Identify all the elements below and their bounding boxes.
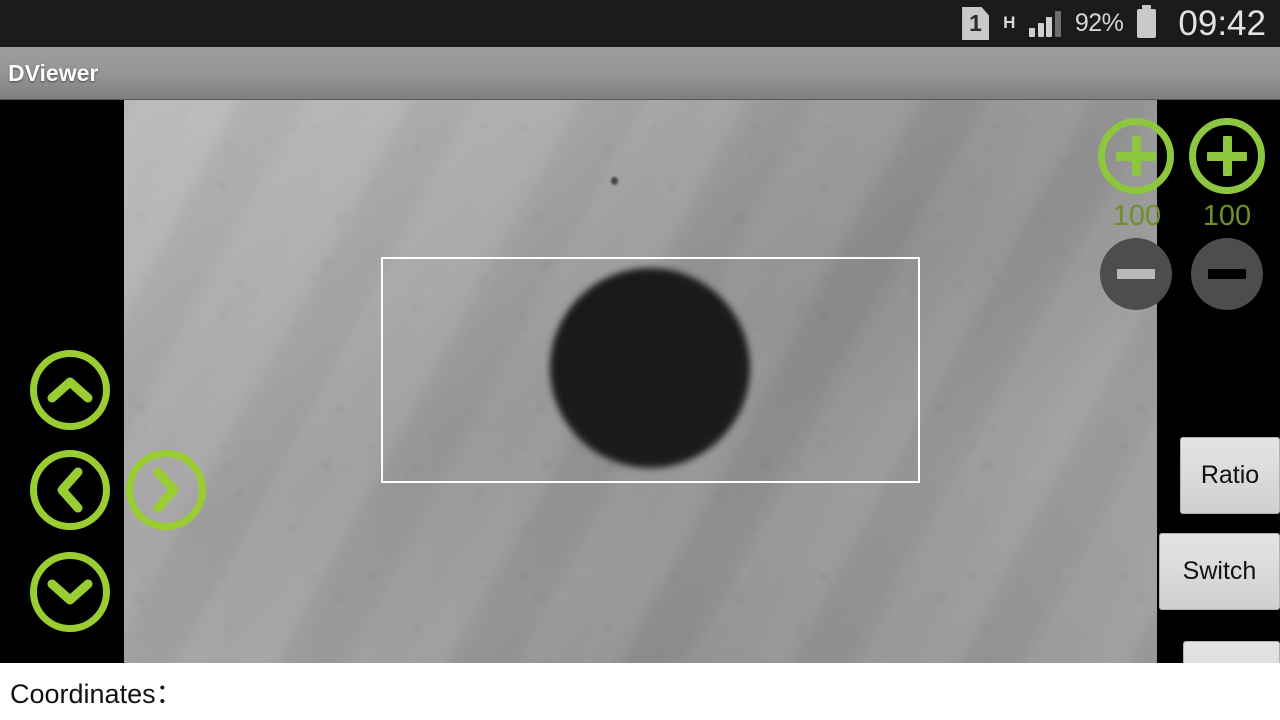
right-arrow-icon — [151, 467, 181, 513]
ratio-button[interactable]: Ratio — [1180, 437, 1280, 514]
selection-rectangle[interactable] — [381, 257, 920, 483]
plus-icon-vertical — [1131, 136, 1141, 176]
sim-card-icon: 1 — [962, 7, 990, 40]
minus-icon — [1208, 269, 1246, 279]
network-type-icon: H — [1003, 13, 1016, 32]
status-bar-icons: 1 H 92% 09:42 — [962, 4, 1266, 43]
coordinates-label: Coordinates： — [10, 679, 183, 709]
zoom-out-button-1[interactable] — [1100, 238, 1172, 310]
nav-right-button[interactable] — [126, 450, 206, 530]
up-arrow-icon — [47, 375, 93, 405]
zoom-in-button-1[interactable] — [1098, 118, 1174, 194]
nav-down-button[interactable] — [30, 552, 110, 632]
camera-preview[interactable] — [124, 100, 1157, 663]
coordinates-bar: Coordinates： — [0, 663, 1280, 720]
clock-label: 09:42 — [1178, 4, 1266, 43]
battery-percent-label: 92% — [1074, 9, 1124, 37]
zoom-value-2: 100 — [1202, 200, 1252, 232]
left-arrow-icon — [55, 467, 85, 513]
zoom-in-button-2[interactable] — [1189, 118, 1265, 194]
switch-button[interactable]: Switch — [1159, 533, 1280, 610]
title-bar: DViewer — [0, 47, 1280, 100]
sim-number: 1 — [969, 10, 982, 36]
app-screen: 1 H 92% 09:42 DViewer 100 100 Ratio Swit… — [0, 0, 1280, 720]
zoom-value-1: 100 — [1112, 200, 1162, 232]
nav-up-button[interactable] — [30, 350, 110, 430]
down-arrow-icon — [47, 577, 93, 607]
signal-bars-icon — [1029, 10, 1061, 37]
zoom-out-button-2[interactable] — [1191, 238, 1263, 310]
plus-icon-vertical — [1222, 136, 1232, 176]
image-speck — [611, 177, 618, 185]
nav-left-button[interactable] — [30, 450, 110, 530]
status-bar: 1 H 92% 09:42 — [0, 0, 1280, 47]
battery-icon — [1137, 5, 1157, 38]
minus-icon — [1117, 269, 1155, 279]
page-title: DViewer — [8, 59, 99, 86]
